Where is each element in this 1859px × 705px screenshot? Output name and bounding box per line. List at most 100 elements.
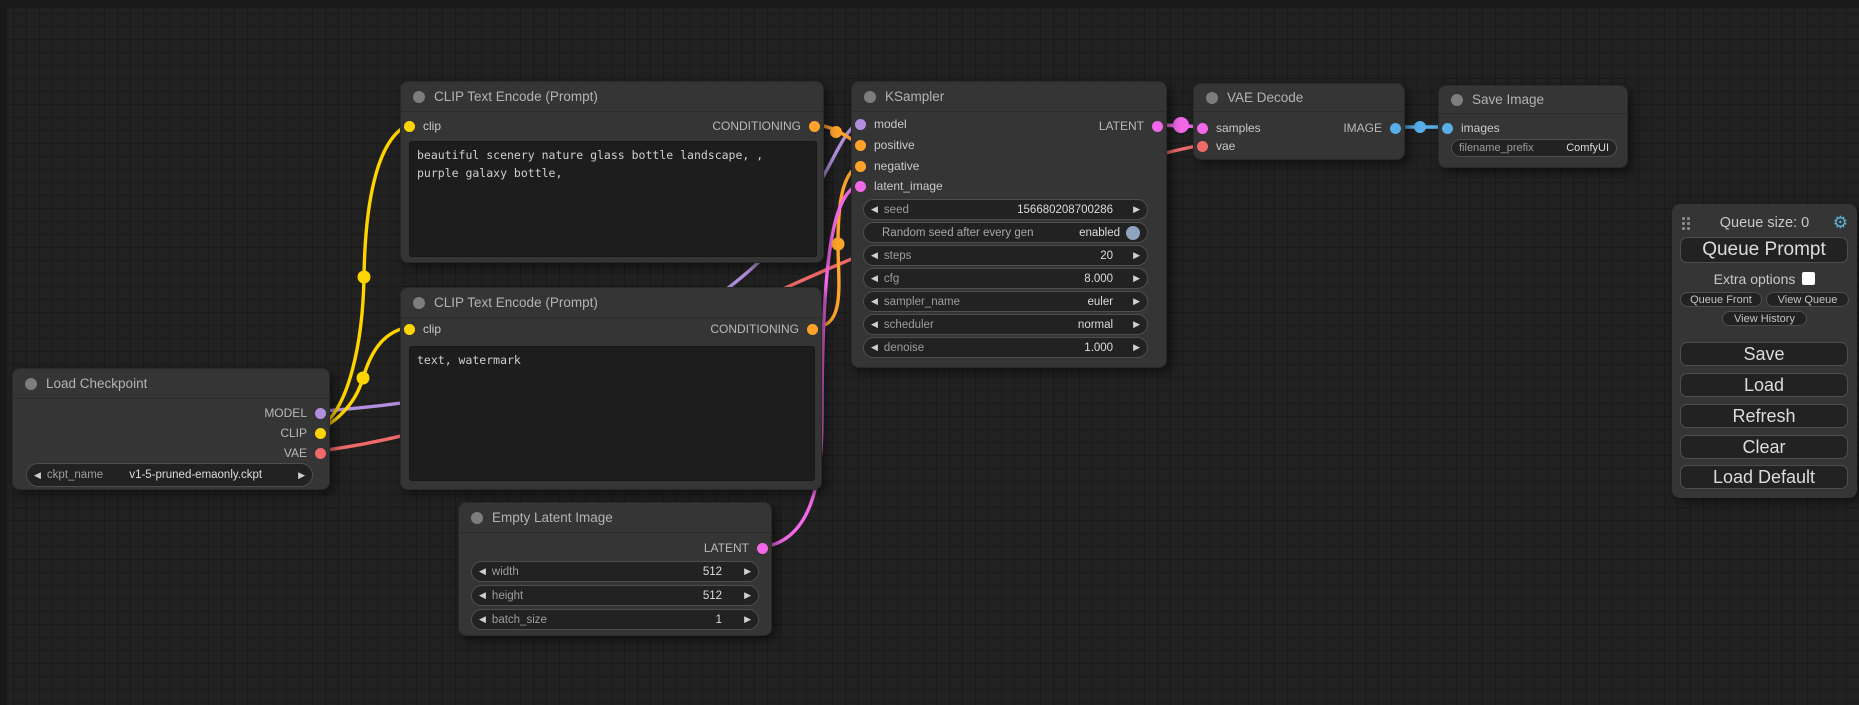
queue-size-label: Queue size: 0 xyxy=(1720,215,1809,231)
widget-value: 156680208700286 xyxy=(1017,204,1113,216)
node-clip-text-encode-positive[interactable]: CLIP Text Encode (Prompt) clip CONDITION… xyxy=(400,81,824,263)
output-port-image[interactable] xyxy=(1390,123,1401,134)
node-header[interactable]: Empty Latent Image xyxy=(459,503,771,533)
increment-arrow-icon[interactable]: ▶ xyxy=(744,591,751,600)
decrement-arrow-icon[interactable]: ◀ xyxy=(871,320,878,329)
collapse-dot-icon[interactable] xyxy=(413,297,425,309)
decrement-arrow-icon[interactable]: ◀ xyxy=(34,471,41,480)
node-ksampler[interactable]: KSampler model positive negative latent_… xyxy=(851,81,1167,368)
widget-value: 1.000 xyxy=(1084,342,1113,354)
output-label-latent: LATENT xyxy=(704,541,749,555)
load-default-button[interactable]: Load Default xyxy=(1680,465,1848,489)
collapse-dot-icon[interactable] xyxy=(1206,92,1218,104)
input-port-model[interactable] xyxy=(855,119,866,130)
increment-arrow-icon[interactable]: ▶ xyxy=(1133,343,1140,352)
random-seed-widget[interactable]: Random seed after every gen enabled xyxy=(863,222,1148,243)
node-header[interactable]: KSampler xyxy=(852,82,1166,112)
widget-value: ComfyUI xyxy=(1566,142,1609,154)
node-load-checkpoint[interactable]: Load Checkpoint MODEL CLIP VAE ◀ ckpt_na… xyxy=(12,368,330,490)
denoise-widget[interactable]: ◀ denoise 1.000 ▶ xyxy=(863,337,1148,358)
node-header[interactable]: VAE Decode xyxy=(1194,84,1404,112)
node-header[interactable]: Load Checkpoint xyxy=(13,369,329,399)
decrement-arrow-icon[interactable]: ◀ xyxy=(479,591,486,600)
input-port-latent-image[interactable] xyxy=(855,181,866,192)
output-port-latent[interactable] xyxy=(1152,121,1163,132)
output-port-latent[interactable] xyxy=(757,543,768,554)
batch-size-widget[interactable]: ◀ batch_size 1 ▶ xyxy=(471,609,759,630)
output-port-conditioning[interactable] xyxy=(809,121,820,132)
output-port-clip[interactable] xyxy=(315,428,326,439)
widget-value: 20 xyxy=(1100,250,1113,262)
node-header[interactable]: CLIP Text Encode (Prompt) xyxy=(401,288,821,318)
save-button[interactable]: Save xyxy=(1680,342,1848,366)
input-port-clip[interactable] xyxy=(404,324,415,335)
cfg-widget[interactable]: ◀ cfg 8.000 ▶ xyxy=(863,268,1148,289)
node-header[interactable]: CLIP Text Encode (Prompt) xyxy=(401,82,823,112)
decrement-arrow-icon[interactable]: ◀ xyxy=(871,274,878,283)
widget-value: v1-5-pruned-emaonly.ckpt xyxy=(129,469,262,481)
node-clip-text-encode-negative[interactable]: CLIP Text Encode (Prompt) clip CONDITION… xyxy=(400,287,822,490)
decrement-arrow-icon[interactable]: ◀ xyxy=(871,251,878,260)
input-port-clip[interactable] xyxy=(404,121,415,132)
gear-icon[interactable]: ⚙ xyxy=(1833,213,1848,233)
decrement-arrow-icon[interactable]: ◀ xyxy=(479,615,486,624)
input-port-positive[interactable] xyxy=(855,140,866,151)
output-port-conditioning[interactable] xyxy=(807,324,818,335)
output-port-vae[interactable] xyxy=(315,448,326,459)
decrement-arrow-icon[interactable]: ◀ xyxy=(871,205,878,214)
queue-front-button[interactable]: Queue Front xyxy=(1680,292,1762,307)
input-port-samples[interactable] xyxy=(1197,123,1208,134)
height-widget[interactable]: ◀ height 512 ▶ xyxy=(471,585,759,606)
node-save-image[interactable]: Save Image images filename_prefix ComfyU… xyxy=(1438,85,1628,168)
steps-widget[interactable]: ◀ steps 20 ▶ xyxy=(863,245,1148,266)
sampler-name-widget[interactable]: ◀ sampler_name euler ▶ xyxy=(863,291,1148,312)
filename-prefix-widget[interactable]: filename_prefix ComfyUI xyxy=(1451,139,1617,157)
input-port-images[interactable] xyxy=(1442,123,1453,134)
increment-arrow-icon[interactable]: ▶ xyxy=(298,471,305,480)
collapse-dot-icon[interactable] xyxy=(864,91,876,103)
node-vae-decode[interactable]: VAE Decode samples vae IMAGE xyxy=(1193,83,1405,160)
queue-panel[interactable]: Queue size: 0 ⚙ Queue Prompt Extra optio… xyxy=(1672,204,1857,498)
input-label-model: model xyxy=(874,117,907,131)
clear-button[interactable]: Clear xyxy=(1680,435,1848,459)
increment-arrow-icon[interactable]: ▶ xyxy=(1133,297,1140,306)
increment-arrow-icon[interactable]: ▶ xyxy=(1133,274,1140,283)
seed-widget[interactable]: ◀ seed 156680208700286 ▶ xyxy=(863,199,1148,220)
increment-arrow-icon[interactable]: ▶ xyxy=(1133,205,1140,214)
output-label-model: MODEL xyxy=(264,406,307,420)
load-button[interactable]: Load xyxy=(1680,373,1848,397)
increment-arrow-icon[interactable]: ▶ xyxy=(1133,251,1140,260)
node-header[interactable]: Save Image xyxy=(1439,86,1627,114)
collapse-dot-icon[interactable] xyxy=(471,512,483,524)
collapse-dot-icon[interactable] xyxy=(413,91,425,103)
collapse-dot-icon[interactable] xyxy=(25,378,37,390)
input-port-vae[interactable] xyxy=(1197,141,1208,152)
ckpt-name-widget[interactable]: ◀ ckpt_name v1-5-pruned-emaonly.ckpt ▶ xyxy=(26,463,313,487)
toggle-icon[interactable] xyxy=(1126,226,1140,240)
input-port-negative[interactable] xyxy=(855,161,866,172)
increment-arrow-icon[interactable]: ▶ xyxy=(1133,320,1140,329)
extra-options-checkbox[interactable] xyxy=(1802,272,1815,285)
widget-label: sampler_name xyxy=(884,296,960,308)
refresh-button[interactable]: Refresh xyxy=(1680,404,1848,428)
node-graph-canvas[interactable]: Load Checkpoint MODEL CLIP VAE ◀ ckpt_na… xyxy=(0,0,1859,705)
drag-handle-icon[interactable] xyxy=(1681,216,1691,230)
widget-label: batch_size xyxy=(492,614,547,626)
prompt-textarea[interactable]: beautiful scenery nature glass bottle la… xyxy=(409,141,817,257)
width-widget[interactable]: ◀ width 512 ▶ xyxy=(471,561,759,582)
node-empty-latent-image[interactable]: Empty Latent Image LATENT ◀ width 512 ▶ … xyxy=(458,502,772,636)
decrement-arrow-icon[interactable]: ◀ xyxy=(871,297,878,306)
prompt-textarea[interactable]: text, watermark xyxy=(409,346,815,481)
widget-label: width xyxy=(492,566,519,578)
increment-arrow-icon[interactable]: ▶ xyxy=(744,615,751,624)
node-title: Load Checkpoint xyxy=(46,376,147,391)
output-port-model[interactable] xyxy=(315,408,326,419)
decrement-arrow-icon[interactable]: ◀ xyxy=(871,343,878,352)
increment-arrow-icon[interactable]: ▶ xyxy=(744,567,751,576)
view-queue-button[interactable]: View Queue xyxy=(1766,292,1849,307)
queue-prompt-button[interactable]: Queue Prompt xyxy=(1680,237,1848,263)
scheduler-widget[interactable]: ◀ scheduler normal ▶ xyxy=(863,314,1148,335)
collapse-dot-icon[interactable] xyxy=(1451,94,1463,106)
view-history-button[interactable]: View History xyxy=(1722,311,1807,326)
decrement-arrow-icon[interactable]: ◀ xyxy=(479,567,486,576)
